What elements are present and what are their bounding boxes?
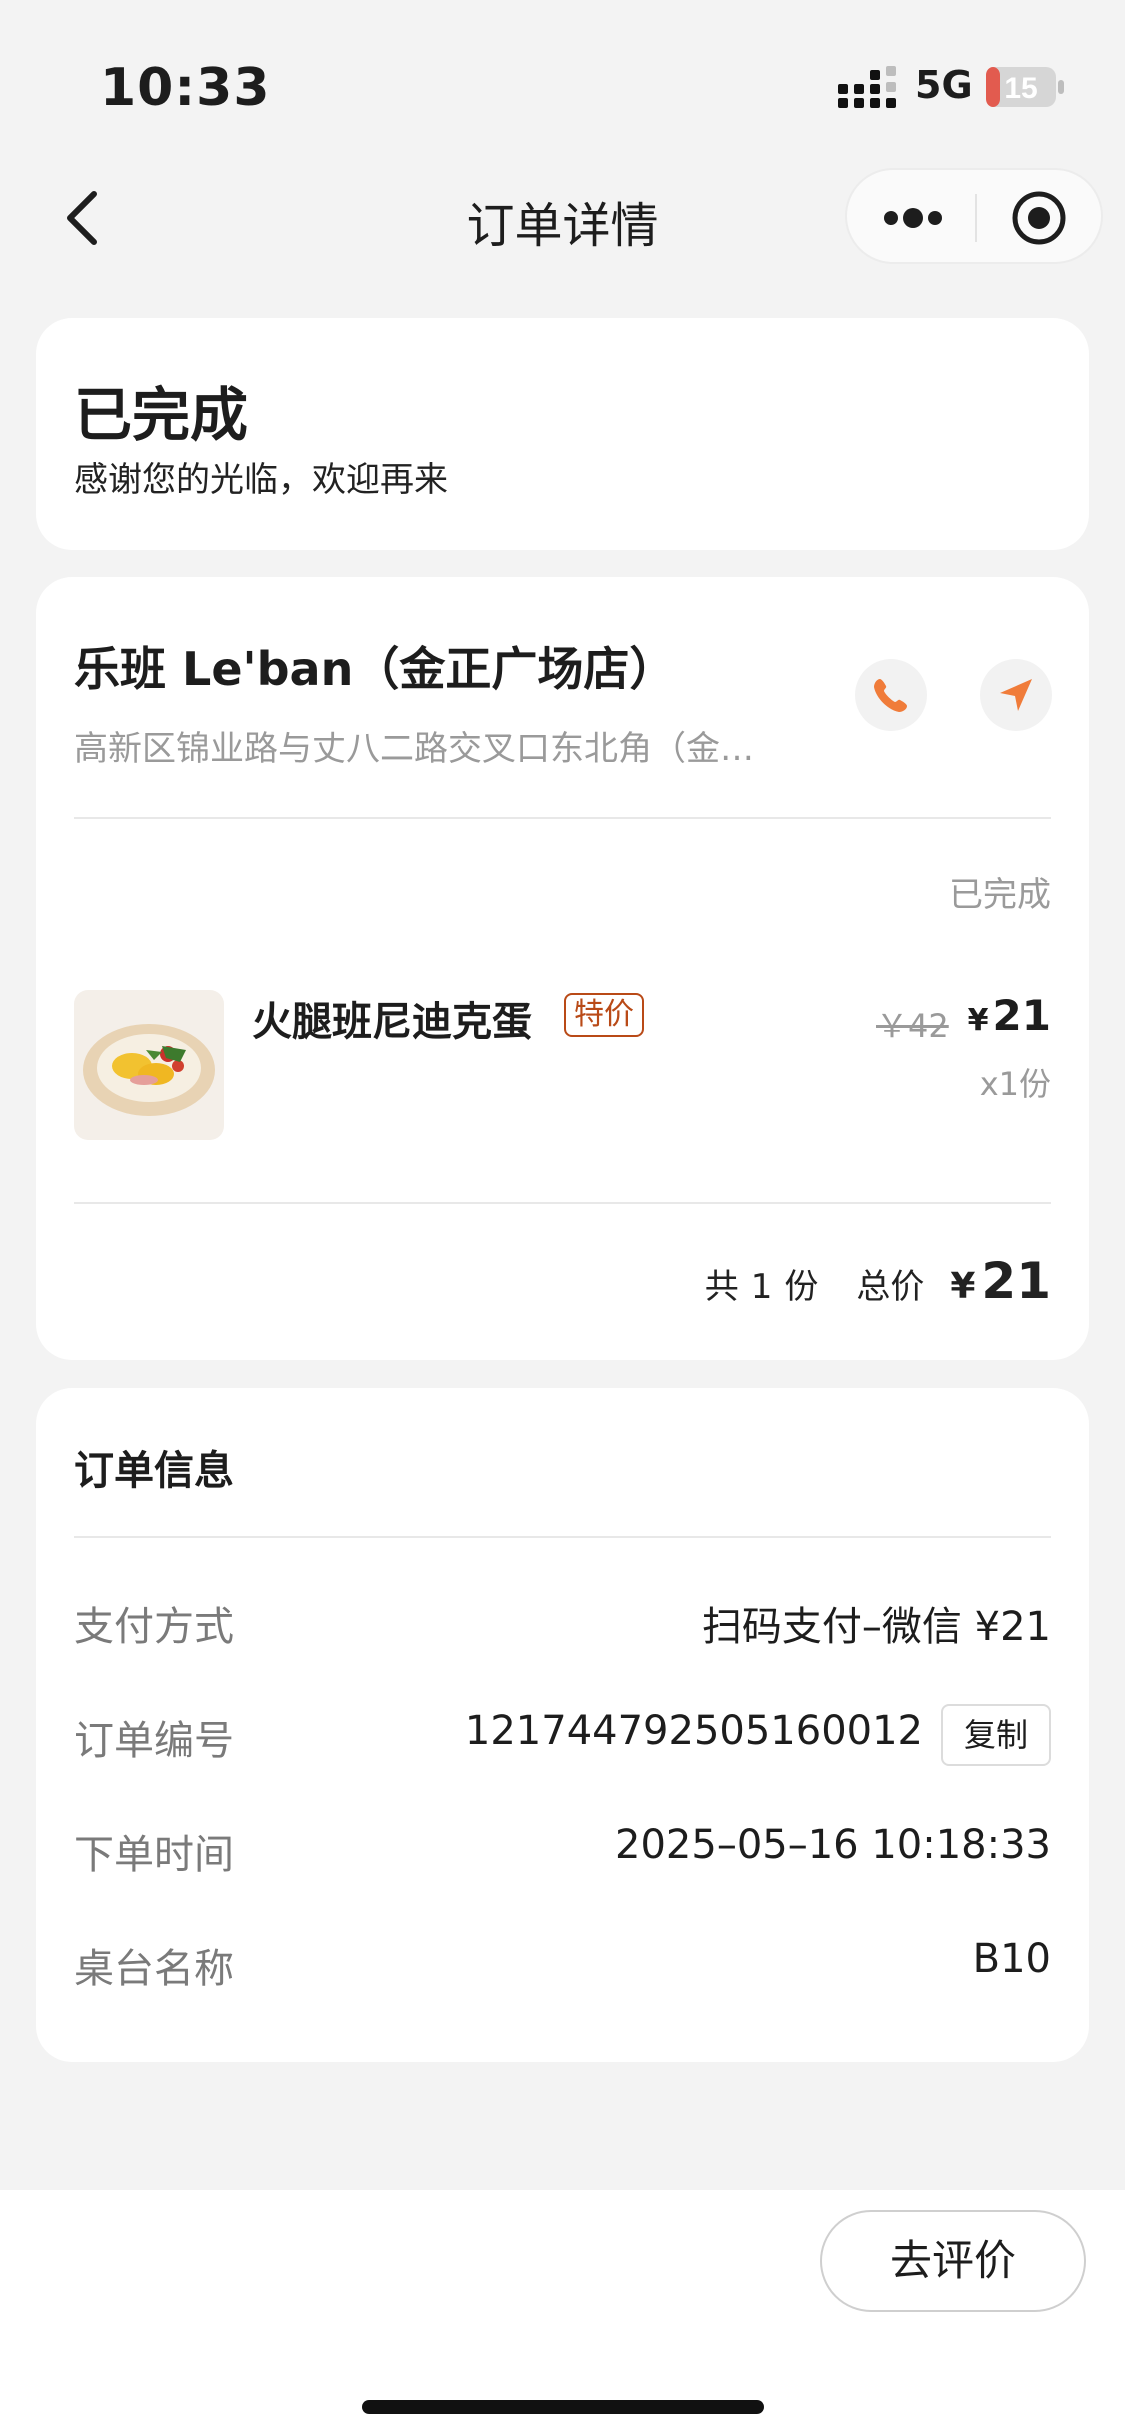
table-row: 桌台名称 B10 (74, 1936, 1051, 1996)
total-count: 1 (750, 1267, 773, 1307)
item-price-value: 21 (992, 991, 1051, 1040)
battery-icon: 15 (986, 67, 1064, 107)
item-original-price: ￥42 (876, 1007, 949, 1045)
copy-button[interactable]: 复制 (941, 1704, 1051, 1766)
divider (74, 817, 1051, 819)
store-name[interactable]: 乐班 Le'ban（金正广场店） (74, 633, 675, 699)
more-dots-icon[interactable] (875, 190, 951, 246)
order-item-status: 已完成 (949, 875, 1051, 915)
nav-bar: 订单详情 (0, 160, 1125, 270)
target-circle-icon[interactable] (1009, 188, 1069, 248)
order-status-title: 已完成 (74, 381, 249, 449)
total-unit: 份 (784, 1267, 819, 1307)
capsule-divider (975, 194, 977, 242)
order-info-title: 订单信息 (74, 1448, 234, 1494)
total-currency: ¥ (950, 1266, 976, 1307)
order-number-label: 订单编号 (74, 1718, 234, 1764)
total-price-value: 21 (981, 1252, 1051, 1310)
item-quantity: x1份 (979, 1065, 1051, 1103)
navigate-store-button[interactable] (980, 659, 1052, 731)
order-number-value: 121744792505160012 (464, 1708, 923, 1754)
divider (74, 1202, 1051, 1204)
battery-level: 15 (1004, 72, 1037, 105)
item-price-currency: ¥ (967, 1003, 989, 1038)
network-type: 5G (915, 63, 973, 107)
status-bar: 10:33 5G 15 (0, 0, 1125, 150)
home-indicator[interactable] (362, 2400, 764, 2414)
order-status-subtitle: 感谢您的光临，欢迎再来 (74, 460, 448, 500)
item-image (74, 990, 224, 1140)
order-card: 乐班 Le'ban（金正广场店） 高新区锦业路与丈八二路交叉口东北角（金… 已完… (36, 577, 1089, 1360)
payment-value: 扫码支付–微信 ¥21 (701, 1604, 1051, 1650)
call-store-button[interactable] (855, 659, 927, 731)
phone-icon (874, 679, 907, 712)
payment-row: 支付方式 扫码支付–微信 ¥21 (74, 1594, 1051, 1654)
item-tag: 特价 (564, 993, 644, 1037)
item-price: ¥21 (968, 991, 1051, 1040)
order-number-row: 订单编号 121744792505160012 复制 (74, 1704, 1051, 1768)
order-time-value: 2025–05–16 10:18:33 (615, 1822, 1051, 1868)
total-count-label: 共 (704, 1267, 739, 1307)
navigation-arrow-icon (1000, 679, 1032, 711)
order-total-row: 共 1 份总价 ¥21 (705, 1252, 1051, 1310)
review-button[interactable]: 去评价 (820, 2210, 1086, 2312)
status-time: 10:33 (100, 58, 271, 118)
payment-label: 支付方式 (74, 1604, 234, 1650)
bottom-action-bar: 去评价 (0, 2190, 1125, 2436)
table-name-label: 桌台名称 (74, 1946, 234, 1992)
order-info-card: 订单信息 支付方式 扫码支付–微信 ¥21 订单编号 1217447925051… (36, 1388, 1089, 2062)
table-name-value: B10 (972, 1936, 1051, 1982)
store-address: 高新区锦业路与丈八二路交叉口东北角（金… (74, 729, 754, 769)
item-name: 火腿班尼迪克蛋 (252, 999, 532, 1045)
mini-program-capsule (845, 168, 1103, 264)
order-time-label: 下单时间 (74, 1832, 234, 1878)
order-status-card: 已完成 感谢您的光临，欢迎再来 (36, 318, 1089, 550)
signal-icon (838, 66, 896, 108)
total-price-label: 总价 (856, 1267, 925, 1307)
order-time-row: 下单时间 2025–05–16 10:18:33 (74, 1822, 1051, 1882)
divider (74, 1536, 1051, 1538)
